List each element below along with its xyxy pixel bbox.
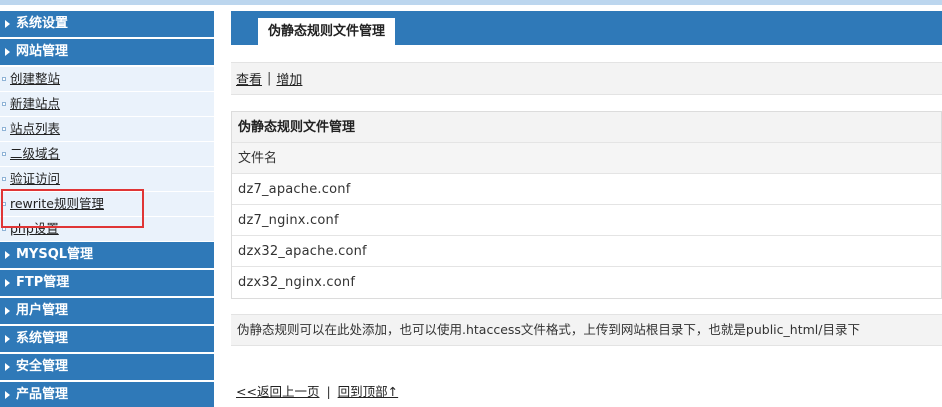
bullet-icon: [2, 177, 6, 181]
table-column-header: 文件名: [232, 143, 941, 174]
sidebar-link[interactable]: rewrite规则管理: [10, 192, 104, 216]
sidebar: 系统设置 网站管理 创建整站 新建站点 站点列表 二级域名 验证访问 rewri…: [0, 11, 214, 407]
sidebar-section-label: 系统管理: [16, 331, 69, 346]
sidebar-section-mysql[interactable]: MYSQL管理: [0, 242, 214, 270]
title-bar: 伪静态规则文件管理: [231, 11, 942, 45]
toolbar-separator: |: [267, 71, 272, 86]
bullet-icon: [2, 152, 6, 156]
sidebar-link[interactable]: 验证访问: [10, 167, 60, 191]
sidebar-section-label: 安全管理: [16, 359, 69, 374]
caret-right-icon: [5, 335, 10, 343]
rules-file-table: 伪静态规则文件管理 文件名 dz7_apache.conf dz7_nginx.…: [231, 111, 942, 299]
sidebar-item-rewrite-rules: rewrite规则管理: [0, 192, 214, 217]
sidebar-section-system-management[interactable]: 系统管理: [0, 326, 214, 354]
bullet-icon: [2, 202, 6, 206]
table-caption: 伪静态规则文件管理: [232, 112, 941, 143]
caret-right-icon: [5, 307, 10, 315]
sidebar-item-php-settings: php设置: [0, 217, 214, 242]
caret-right-icon: [5, 363, 10, 371]
back-link[interactable]: <<返回上一页: [236, 384, 319, 399]
footer-links: <<返回上一页 | 回到顶部↑: [236, 381, 398, 400]
caret-right-icon: [5, 279, 10, 287]
back-to-top-link[interactable]: 回到顶部↑: [338, 384, 398, 399]
sidebar-item-subdomain: 二级域名: [0, 142, 214, 167]
bullet-icon: [2, 77, 6, 81]
bullet-icon: [2, 127, 6, 131]
caret-right-icon: [5, 20, 10, 28]
sidebar-section-system-settings[interactable]: 系统设置: [0, 11, 214, 39]
add-link[interactable]: 增加: [276, 69, 302, 88]
sidebar-section-ftp[interactable]: FTP管理: [0, 270, 214, 298]
sidebar-section-label: MYSQL管理: [16, 247, 94, 262]
main-content: 伪静态规则文件管理 查看 | 增加 伪静态规则文件管理 文件名 dz7_apac…: [231, 11, 942, 407]
sidebar-link[interactable]: php设置: [10, 217, 59, 241]
info-note: 伪静态规则可以在此处添加，也可以使用.htaccess文件格式，上传到网站根目录…: [231, 314, 942, 346]
caret-right-icon: [5, 48, 10, 56]
sidebar-section-security[interactable]: 安全管理: [0, 354, 214, 382]
view-link[interactable]: 查看: [236, 69, 262, 88]
table-row: dzx32_nginx.conf: [232, 267, 941, 298]
table-row: dz7_nginx.conf: [232, 205, 941, 236]
footer-separator: |: [326, 384, 331, 399]
caret-right-icon: [5, 251, 10, 259]
table-row: dzx32_apache.conf: [232, 236, 941, 267]
page-title-tab: 伪静态规则文件管理: [258, 18, 396, 45]
sidebar-section-label: 系统设置: [16, 16, 69, 31]
caret-right-icon: [5, 391, 10, 399]
sidebar-item-new-site: 新建站点: [0, 92, 214, 117]
sidebar-section-label: 用户管理: [16, 303, 69, 318]
bullet-icon: [2, 227, 6, 231]
table-row: dz7_apache.conf: [232, 174, 941, 205]
sidebar-link[interactable]: 二级域名: [10, 142, 60, 166]
sidebar-section-label: FTP管理: [16, 275, 70, 290]
sidebar-link[interactable]: 创建整站: [10, 67, 60, 91]
sidebar-link[interactable]: 站点列表: [10, 117, 60, 141]
sidebar-section-label: 产品管理: [16, 387, 69, 402]
sidebar-item-verify-access: 验证访问: [0, 167, 214, 192]
sidebar-link[interactable]: 新建站点: [10, 92, 60, 116]
action-toolbar: 查看 | 增加: [231, 62, 942, 95]
sidebar-sublist-site-management: 创建整站 新建站点 站点列表 二级域名 验证访问 rewrite规则管理 php…: [0, 67, 214, 242]
sidebar-section-users[interactable]: 用户管理: [0, 298, 214, 326]
top-strip: [0, 0, 942, 5]
sidebar-section-site-management[interactable]: 网站管理: [0, 39, 214, 67]
sidebar-section-products[interactable]: 产品管理: [0, 382, 214, 407]
sidebar-item-site-list: 站点列表: [0, 117, 214, 142]
bullet-icon: [2, 102, 6, 106]
sidebar-item-create-full-site: 创建整站: [0, 67, 214, 92]
sidebar-section-label: 网站管理: [16, 44, 69, 59]
